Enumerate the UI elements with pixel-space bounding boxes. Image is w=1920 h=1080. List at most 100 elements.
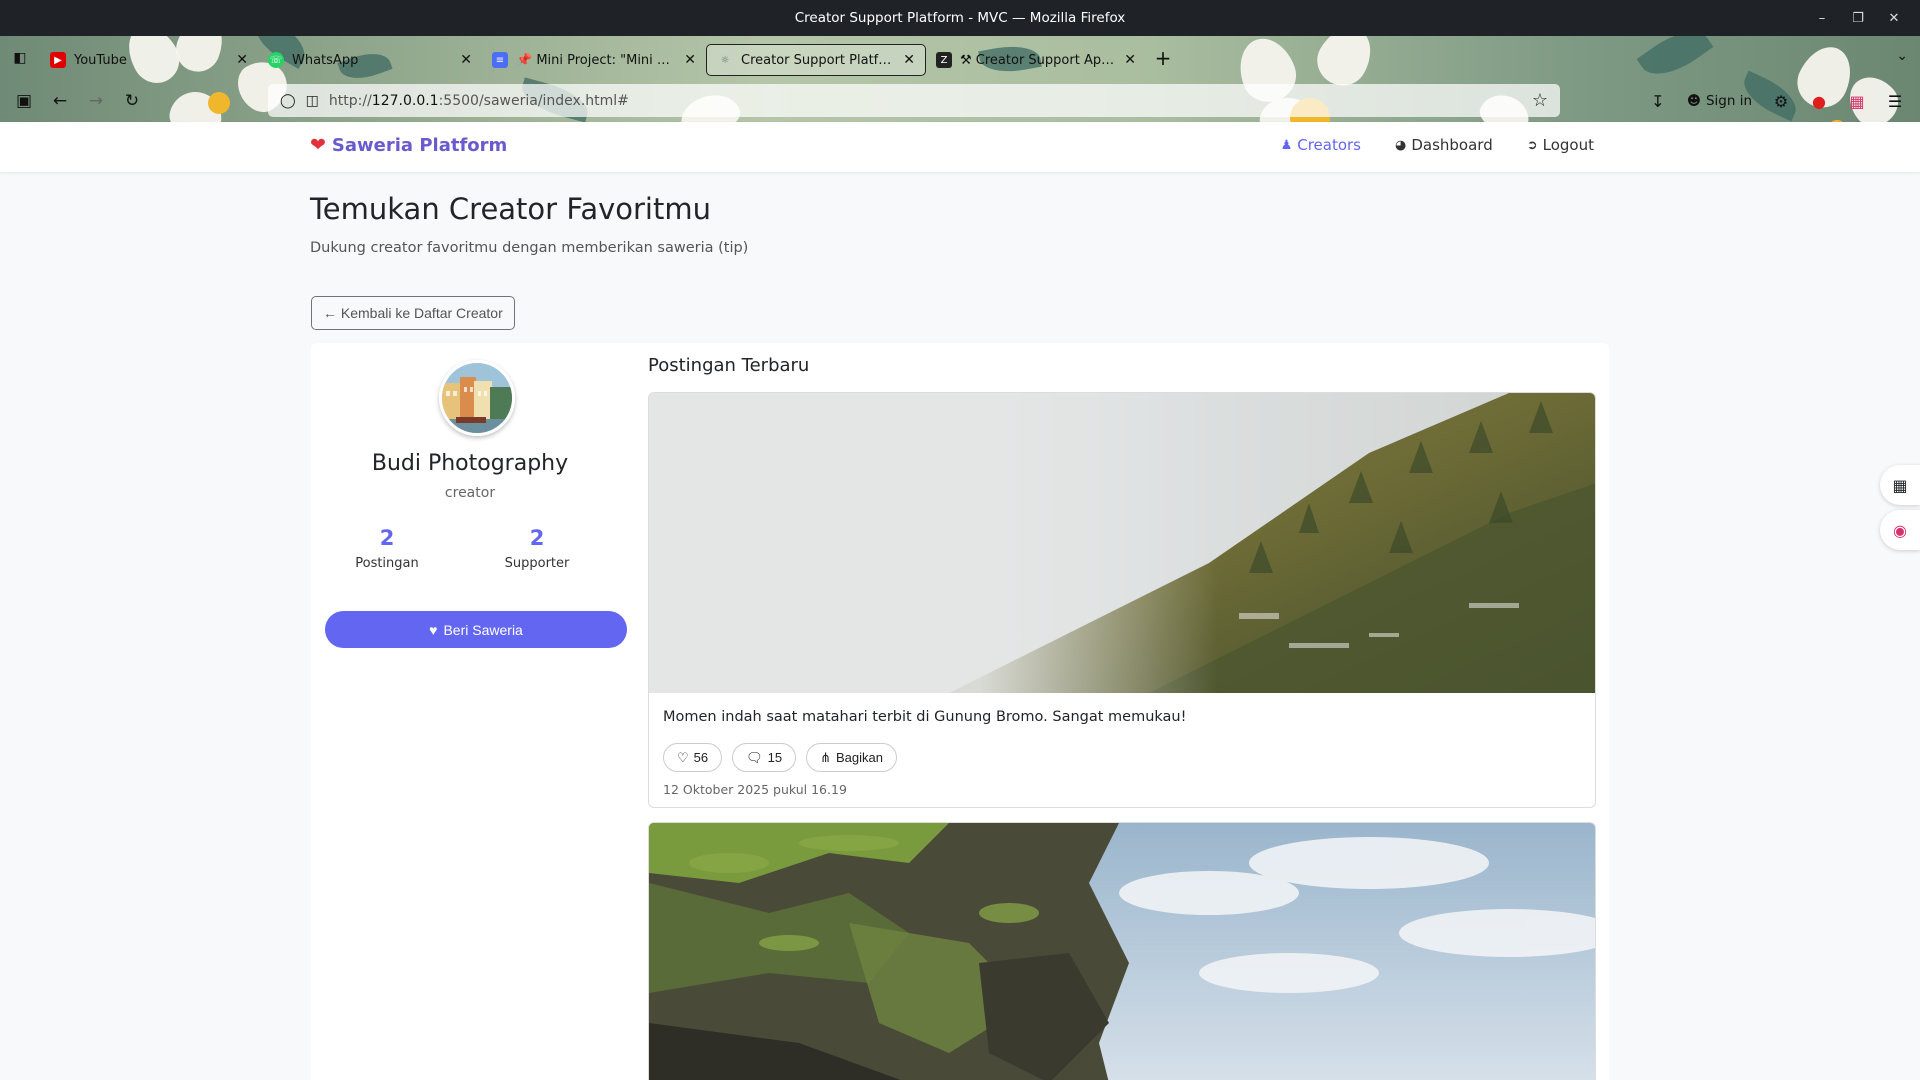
account-icon: ☻	[1686, 93, 1701, 109]
window-title: Creator Support Platform - MVC — Mozilla…	[794, 10, 1126, 26]
qr-tool-icon[interactable]: ▦	[1880, 465, 1920, 505]
restore-icon[interactable]: ❐	[1840, 11, 1876, 26]
people-icon: ♟	[1280, 137, 1293, 153]
stat-label: Postingan	[355, 556, 419, 571]
close-tab-icon[interactable]: ✕	[460, 52, 472, 68]
nav-label: Creators	[1297, 136, 1361, 154]
z-icon: Z	[936, 52, 952, 68]
nav-logout[interactable]: ➲ Logout	[1527, 136, 1594, 154]
share-button[interactable]: ⋔ Bagikan	[806, 743, 897, 772]
give-tip-button[interactable]: ♥ Beri Saweria	[325, 611, 627, 648]
globe-icon: ☼	[720, 54, 730, 66]
url-bar[interactable]: ◯ ◫ http://127.0.0.1:5500/saweria/index.…	[268, 84, 1560, 117]
youtube-icon: ▶	[50, 52, 66, 68]
share-label: Bagikan	[836, 750, 883, 765]
post-card	[648, 822, 1596, 1080]
comment-button[interactable]: 🗨 15	[732, 743, 797, 772]
close-tab-icon[interactable]: ✕	[236, 52, 248, 68]
bookmark-star-icon[interactable]: ☆	[1532, 90, 1548, 111]
url-scheme: http://	[328, 92, 372, 109]
translate-tool-icon[interactable]: ◉	[1880, 510, 1920, 550]
tab-title: ⚒ Creator Support App | Z	[960, 52, 1117, 68]
close-tab-icon[interactable]: ✕	[684, 52, 696, 68]
post-date: 12 Oktober 2025 pukul 16.19	[663, 782, 847, 797]
browser-chrome: ◧ ▶ YouTube ✕ ☏ WhatsApp ✕ ≡ 📌 Mini Proj…	[0, 36, 1920, 122]
creator-panel: Budi Photography creator 2 Postingan 2 S…	[311, 343, 1609, 1080]
menu-icon[interactable]: ☰	[1880, 86, 1910, 116]
stat-value: 2	[379, 526, 395, 550]
feed-title: Postingan Terbaru	[648, 355, 810, 376]
sign-in-button[interactable]: ☻ Sign in	[1681, 93, 1758, 109]
extensions-icon[interactable]: ⚙	[1766, 86, 1796, 116]
avatar	[439, 360, 515, 436]
heart-icon: ❤	[310, 134, 326, 156]
tip-label: Beri Saweria	[443, 621, 523, 638]
gauge-icon: ◕	[1395, 137, 1407, 153]
back-icon[interactable]: ←	[42, 84, 78, 118]
brand-link[interactable]: ❤ Saweria Platform	[310, 134, 507, 156]
post-image[interactable]	[649, 393, 1595, 693]
page-info-icon[interactable]: ◫	[306, 93, 319, 109]
download-icon[interactable]: ↧	[1643, 86, 1673, 116]
close-tab-icon[interactable]: ✕	[903, 52, 915, 68]
post-actions: ♡ 56 🗨 15 ⋔ Bagikan	[663, 743, 897, 772]
close-tab-icon[interactable]: ✕	[1124, 52, 1136, 68]
forward-icon[interactable]: →	[78, 84, 114, 118]
like-button[interactable]: ♡ 56	[663, 743, 723, 772]
reload-icon[interactable]: ↻	[114, 84, 150, 118]
post-image[interactable]	[649, 823, 1595, 1080]
extension-red-icon[interactable]: ●	[1804, 86, 1834, 116]
window-controls: – ❐ ✕	[1804, 0, 1912, 36]
tab-mini-project[interactable]: ≡ 📌 Mini Project: "Mini Supp ✕	[482, 43, 706, 77]
creator-role: creator	[444, 485, 496, 501]
tab-creator-support-app[interactable]: Z ⚒ Creator Support App | Z ✕	[926, 43, 1146, 77]
translate-extension-icon[interactable]: ▦	[1842, 86, 1872, 116]
share-icon: ⋔	[820, 749, 832, 765]
stat-supporters: 2 Supporter	[462, 526, 612, 571]
firefox-view-icon[interactable]: ◧	[0, 36, 40, 80]
url-host: 127.0.0.1	[371, 92, 439, 109]
page-title: Temukan Creator Favoritmu	[310, 192, 711, 226]
logout-icon: ➲	[1526, 137, 1538, 153]
chevron-down-icon[interactable]: ⌄	[1896, 48, 1908, 64]
like-count: 56	[693, 750, 709, 765]
nav-links: ♟ Creators ◕ Dashboard ➲ Logout	[1281, 136, 1594, 154]
url-path: :5500/saweria/index.html#	[438, 92, 629, 109]
url-text: http://127.0.0.1:5500/saweria/index.html…	[329, 93, 629, 109]
sign-in-label: Sign in	[1705, 93, 1752, 109]
nav-dashboard[interactable]: ◕ Dashboard	[1395, 136, 1493, 154]
tab-title: YouTube	[74, 52, 127, 68]
tab-title: WhatsApp	[292, 52, 359, 68]
comment-icon: 🗨	[746, 749, 763, 765]
stat-posts: 2 Postingan	[312, 526, 462, 571]
stat-value: 2	[529, 526, 545, 550]
tab-youtube[interactable]: ▶ YouTube ✕	[40, 43, 258, 77]
shield-icon[interactable]: ◯	[280, 93, 296, 109]
window-titlebar: Creator Support Platform - MVC — Mozilla…	[0, 0, 1920, 36]
tab-creator-support-active[interactable]: ☼ Creator Support Platform - M ✕	[706, 44, 926, 76]
tab-title: 📌 Mini Project: "Mini Supp	[516, 52, 677, 68]
app-navbar: ❤ Saweria Platform ♟ Creators ◕ Dashboard …	[0, 122, 1920, 172]
page-subtitle: Dukung creator favoritmu dengan memberik…	[310, 240, 749, 256]
tab-whatsapp[interactable]: ☏ WhatsApp ✕	[258, 43, 482, 77]
creator-name: Budi Photography	[371, 451, 569, 476]
minimize-icon[interactable]: –	[1804, 11, 1840, 26]
tab-strip: ◧ ▶ YouTube ✕ ☏ WhatsApp ✕ ≡ 📌 Mini Proj…	[0, 36, 1920, 80]
back-to-creators-button[interactable]: ← Kembali ke Daftar Creator	[311, 296, 515, 330]
heart-icon: ♥	[429, 621, 438, 638]
navigation-toolbar: ▣ ← → ↻ ◯ ◫ http://127.0.0.1:5500/saweri…	[0, 80, 1920, 122]
post-card: Momen indah saat matahari terbit di Gunu…	[648, 392, 1596, 808]
new-tab-icon[interactable]: +	[1146, 46, 1180, 70]
heart-outline-icon: ♡	[677, 749, 689, 765]
sidebar-icon[interactable]: ▣	[6, 84, 42, 118]
nav-label: Dashboard	[1411, 136, 1493, 154]
brand-name: Saweria Platform	[331, 134, 508, 156]
close-icon[interactable]: ✕	[1876, 11, 1912, 26]
comment-count: 15	[767, 750, 783, 765]
stat-label: Supporter	[504, 556, 570, 571]
post-caption: Momen indah saat matahari terbit di Gunu…	[663, 709, 1187, 725]
document-icon: ≡	[492, 52, 508, 68]
tab-title: Creator Support Platform - M	[741, 52, 895, 68]
whatsapp-icon: ☏	[268, 52, 284, 68]
nav-creators[interactable]: ♟ Creators	[1281, 136, 1361, 154]
